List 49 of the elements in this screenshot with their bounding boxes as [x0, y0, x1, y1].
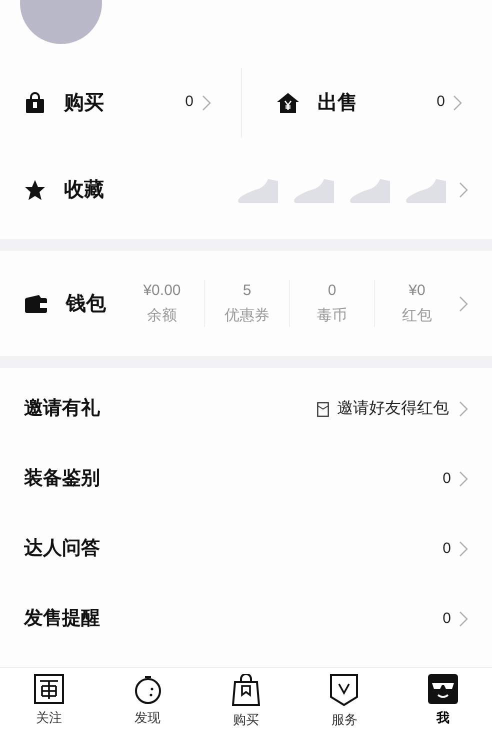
chevron-right-icon: [459, 471, 468, 487]
section-label[interactable]: 出售: [318, 88, 358, 118]
menu-value: 邀请好友得红包: [337, 398, 449, 419]
count: 0: [436, 92, 445, 112]
tab-item[interactable]: 关注: [0, 674, 98, 728]
wallet-icon: [24, 294, 48, 314]
sunglasses-face-icon: [428, 674, 458, 704]
wallet-value: ¥0: [408, 281, 426, 301]
newspaper-icon: [34, 674, 64, 704]
menu-value: 0: [442, 468, 451, 489]
shoe-placeholder-icon: [349, 177, 391, 203]
section-label[interactable]: 钱包: [66, 288, 106, 318]
section-label[interactable]: 收藏: [64, 175, 104, 205]
menu-value: 0: [442, 608, 451, 629]
tab-item[interactable]: 服务: [295, 674, 394, 730]
count: 0: [185, 92, 194, 112]
chevron-right-icon: [459, 401, 468, 417]
chevron-right-icon: [459, 182, 468, 198]
shoe-placeholder-icon: [405, 177, 447, 203]
wallet-label: 余额: [147, 306, 177, 326]
shoe-placeholder-icon: [293, 177, 335, 203]
chevron-right-icon: [453, 94, 462, 110]
wallet-value: 5: [242, 281, 252, 301]
menu-label[interactable]: 装备鉴别: [24, 464, 100, 494]
ornament-icon: [132, 674, 163, 704]
wallet-label: 毒币: [317, 306, 347, 326]
shield-icon: [330, 674, 358, 706]
wallet-value: 0: [328, 281, 336, 301]
tab-item[interactable]: 购买: [196, 674, 296, 730]
wallet-value: ¥0.00: [143, 281, 181, 301]
chevron-right-icon: [202, 94, 210, 110]
menu-label[interactable]: 邀请有礼: [24, 394, 100, 424]
wallet-label: 优惠券: [224, 306, 270, 326]
tab-item[interactable]: 我: [394, 674, 492, 728]
star-icon: [24, 179, 46, 201]
shopping-bag-icon: [232, 674, 260, 706]
chevron-right-icon: [459, 611, 468, 627]
chevron-right-icon: [459, 541, 468, 557]
menu-label[interactable]: 达人问答: [24, 534, 100, 564]
menu-label[interactable]: 发售提醒: [24, 604, 100, 634]
chevron-right-icon: [459, 296, 468, 312]
tab-item[interactable]: 发现: [98, 674, 197, 728]
menu-value: 0: [442, 538, 451, 559]
section-label[interactable]: 购买: [64, 88, 104, 118]
house-yen-icon: [276, 92, 300, 114]
wallet-label: 红包: [402, 306, 432, 326]
envelope-icon: [317, 402, 329, 416]
shopping-bag-icon: [24, 92, 46, 114]
shoe-placeholder-icon: [237, 177, 279, 203]
